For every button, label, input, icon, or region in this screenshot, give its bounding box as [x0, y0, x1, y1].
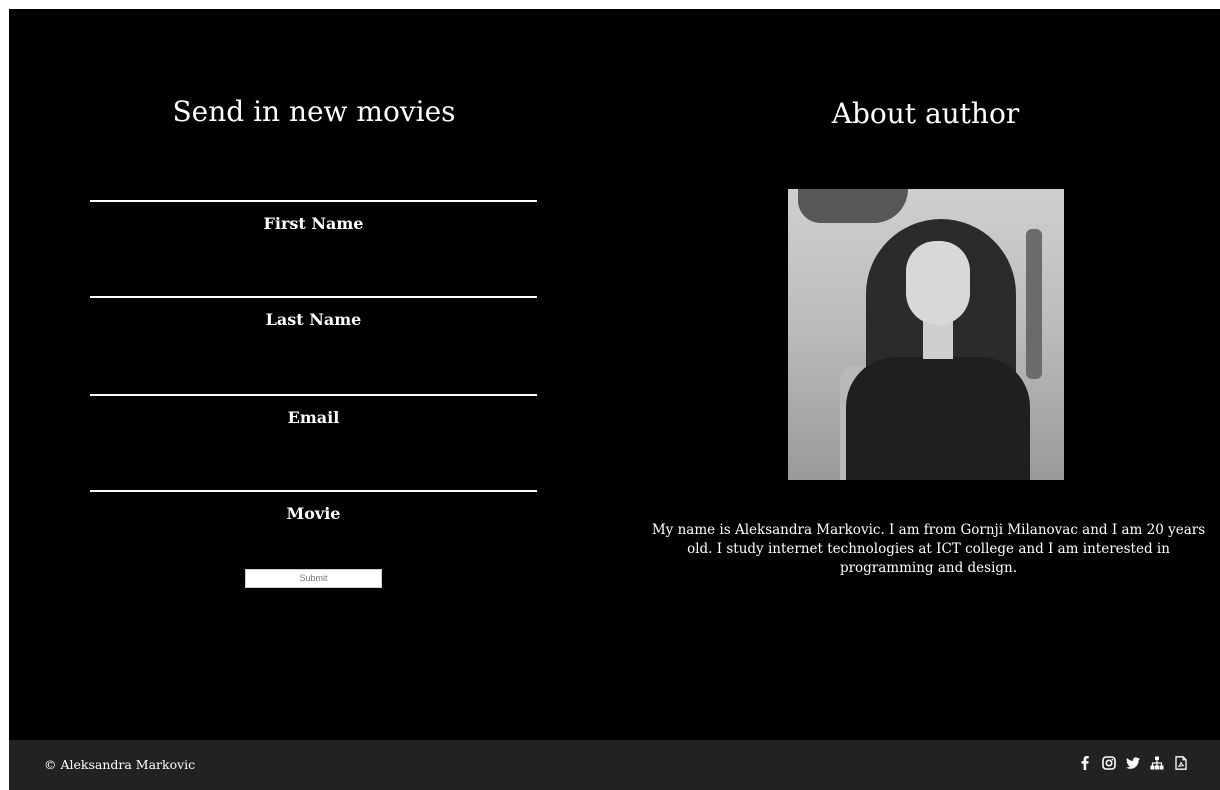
page: Send in new movies First Name Last Name …	[9, 9, 1220, 790]
facebook-icon[interactable]	[1078, 754, 1092, 772]
movie-label: Movie	[286, 504, 341, 523]
last-name-label: Last Name	[265, 310, 362, 329]
first-name-label: First Name	[263, 214, 364, 233]
copyright-text: © Aleksandra Markovic	[44, 757, 196, 772]
form-title: Send in new movies	[172, 95, 456, 128]
about-title: About author	[831, 97, 1020, 130]
author-bio: My name is Aleksandra Markovic. I am fro…	[651, 522, 1206, 576]
last-name-input[interactable]	[90, 335, 537, 375]
first-name-field: First Name	[90, 200, 537, 279]
last-name-field: Last Name	[90, 296, 537, 375]
twitter-icon[interactable]	[1126, 754, 1140, 772]
email-input[interactable]	[90, 433, 537, 473]
submit-button[interactable]: Submit	[245, 569, 382, 588]
email-label: Email	[287, 408, 340, 427]
first-name-input[interactable]	[90, 239, 537, 279]
social-links	[1078, 754, 1188, 772]
movie-field: Movie	[90, 490, 537, 523]
email-field: Email	[90, 394, 537, 473]
footer: © Aleksandra Markovic	[9, 740, 1220, 790]
pdf-icon[interactable]	[1174, 754, 1188, 772]
sitemap-icon[interactable]	[1150, 754, 1164, 772]
author-photo	[788, 189, 1064, 480]
instagram-icon[interactable]	[1102, 754, 1116, 772]
